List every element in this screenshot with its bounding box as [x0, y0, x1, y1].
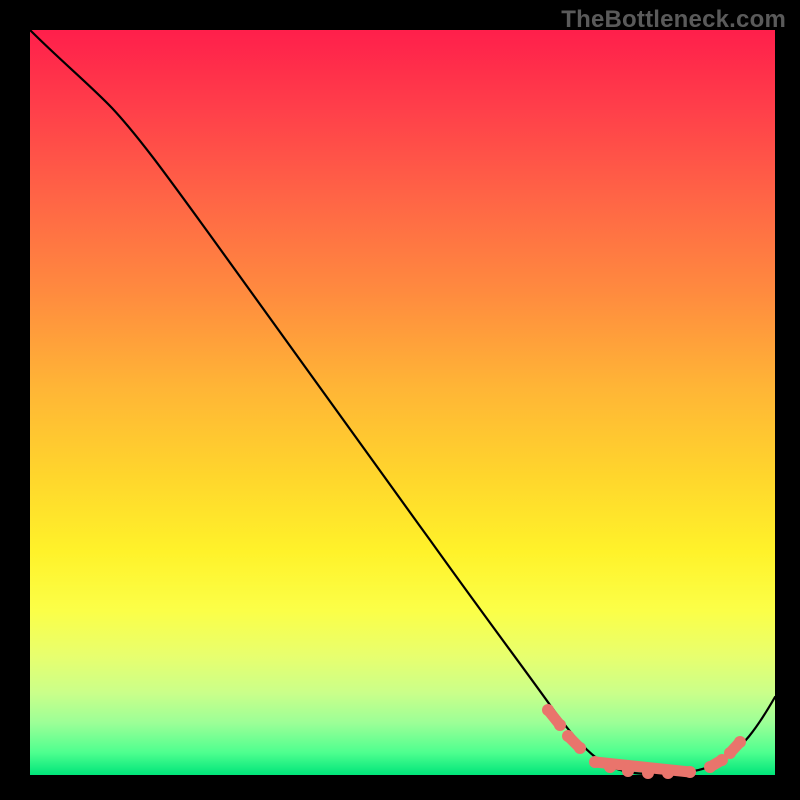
marker-dot [724, 747, 736, 759]
marker-dot [622, 765, 634, 777]
marker-dot [704, 761, 716, 773]
marker-dot [662, 767, 674, 779]
marker-dot [684, 766, 696, 778]
chart-container: TheBottleneck.com [0, 0, 800, 800]
marker-dot [604, 761, 616, 773]
marker-dot [542, 704, 554, 716]
bottleneck-curve-line [30, 30, 775, 774]
optimal-zone-markers [542, 704, 746, 779]
marker-dot [554, 719, 566, 731]
marker-dot [574, 742, 586, 754]
marker-dot [562, 730, 574, 742]
marker-dot [642, 767, 654, 779]
plot-area [30, 30, 775, 775]
watermark-text: TheBottleneck.com [561, 6, 786, 34]
marker-dot [589, 756, 601, 768]
curve-svg [30, 30, 775, 775]
marker-dot [734, 736, 746, 748]
